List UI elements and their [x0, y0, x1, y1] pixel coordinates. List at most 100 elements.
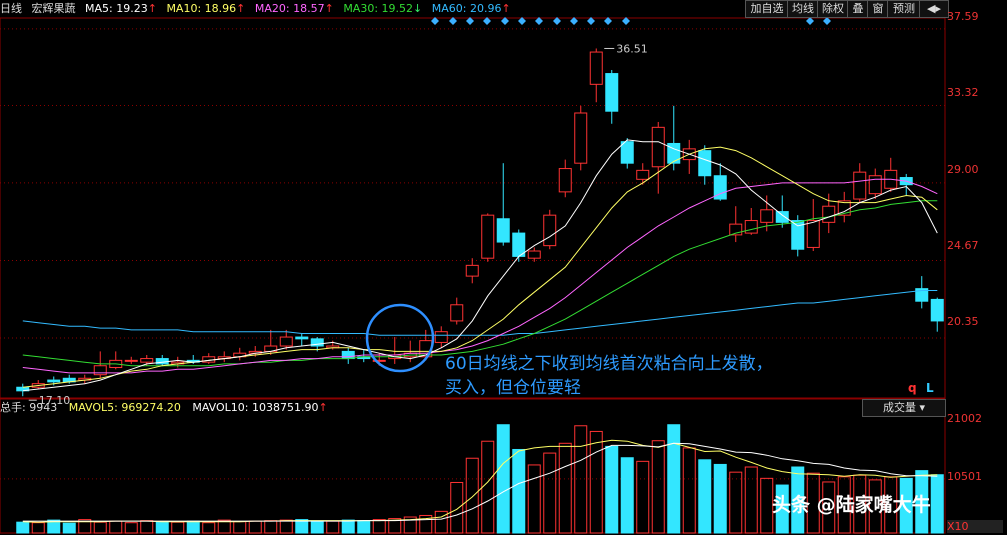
- period-label: 日线: [0, 2, 22, 15]
- volume-tick-2: 10501: [947, 470, 982, 483]
- volume-bar: [326, 520, 340, 534]
- volume-bar: [760, 477, 774, 534]
- volume-bar: [465, 457, 479, 534]
- candle-body: [822, 205, 836, 223]
- add-watchlist-button[interactable]: 加自选: [745, 0, 789, 18]
- candle-body: [481, 214, 495, 259]
- price-tick-3: 29.00: [947, 163, 979, 176]
- candle-body: [744, 220, 758, 234]
- adjust-button[interactable]: 除权: [817, 0, 849, 18]
- high-price-label: 36.51: [616, 42, 648, 55]
- candle-body: [868, 175, 882, 195]
- volume-bar: [496, 424, 510, 534]
- volume-bar: [667, 424, 681, 534]
- ma20-label: MA20: 18.57↑: [254, 2, 334, 15]
- mavol5-label: MAVOL5: 969274.20: [68, 401, 181, 414]
- volume-bar: [930, 474, 944, 534]
- candle-body: [295, 336, 309, 340]
- candle-body: [620, 141, 634, 164]
- watermark: 头条 @陆家嘴大牛: [772, 494, 931, 516]
- volume-bar: [651, 440, 665, 534]
- annotation-line-2: 买入，但仓位要轻: [445, 378, 581, 398]
- candle-body: [605, 73, 619, 112]
- volume-bar: [589, 430, 603, 534]
- volume-bar: [341, 519, 355, 534]
- candle-body: [589, 51, 603, 85]
- volume-bar: [682, 447, 696, 534]
- price-tick-4: 24.67: [947, 239, 979, 252]
- price-tick-2: 33.32: [947, 86, 979, 99]
- price-tick-5: 20.35: [947, 315, 979, 328]
- candle-body: [434, 331, 448, 343]
- volume-bar: [605, 445, 619, 534]
- candle-body: [698, 150, 712, 177]
- volume-bar: [93, 521, 107, 534]
- candle-body: [527, 250, 541, 259]
- volume-bar: [713, 463, 727, 534]
- volume-bar: [16, 521, 30, 534]
- menu-arrow-icon[interactable]: ◀▸: [919, 0, 949, 18]
- l-mark: L: [926, 381, 934, 395]
- candle-body: [853, 171, 867, 200]
- kline-chart[interactable]: 36.5117.10: [0, 0, 1007, 535]
- volume-bar: [31, 522, 45, 534]
- candle-body: [465, 264, 479, 277]
- volume-bar: [109, 520, 123, 534]
- candle-body: [543, 214, 557, 247]
- overlay-button[interactable]: 叠: [847, 0, 869, 18]
- indicator-select[interactable]: 成交量 ▾: [862, 399, 946, 417]
- ma20-line: [22, 178, 938, 374]
- volume-bar: [310, 521, 324, 534]
- volume-bar: [543, 452, 557, 534]
- candle-body: [124, 359, 138, 362]
- price-tick-1: 37.59: [947, 10, 979, 23]
- candle-body: [574, 112, 588, 164]
- volume-tick-3: X10: [947, 520, 1003, 533]
- candle-body: [140, 358, 154, 363]
- total-volume-label: 总手: 9943: [0, 401, 58, 414]
- volume-bar: [155, 521, 169, 534]
- volume-bar: [264, 520, 278, 534]
- mavol10-label: MAVOL10: 1038751.90↑: [192, 401, 328, 414]
- strategy-annotation: 60日均线之下收到均线首次粘合向上发散， 买入，但仓位要轻: [445, 352, 773, 400]
- candle-body: [496, 218, 510, 243]
- volume-bar: [512, 448, 526, 534]
- volume-bar: [357, 520, 371, 534]
- q-mark: q: [908, 381, 917, 395]
- candle-body: [279, 336, 293, 347]
- candle-body: [558, 168, 572, 193]
- volume-bar: [574, 425, 588, 534]
- candle-body: [636, 169, 650, 180]
- volume-bar: [202, 522, 216, 534]
- volume-bar: [450, 481, 464, 534]
- ma-button[interactable]: 均线: [787, 0, 819, 18]
- forecast-button[interactable]: 预测: [887, 0, 921, 18]
- volume-bar: [698, 459, 712, 534]
- volume-bar: [248, 520, 262, 534]
- volume-bar: [558, 442, 572, 534]
- indicator-header: 日线 宏辉果蔬 MA5: 19.23↑ MA10: 18.96↑ MA20: 1…: [0, 0, 745, 18]
- stock-name: 宏辉果蔬: [31, 2, 76, 15]
- volume-bar: [233, 521, 247, 534]
- volume-tick-1: 21002: [947, 412, 982, 425]
- window-button[interactable]: 窗: [867, 0, 889, 18]
- ma60-label: MA60: 20.96↑: [431, 2, 511, 15]
- volume-header: 总手: 9943 MAVOL5: 969274.20 MAVOL10: 1038…: [0, 399, 336, 417]
- volume-bar: [171, 521, 185, 534]
- volume-bar: [527, 464, 541, 534]
- volume-bar: [62, 522, 76, 534]
- volume-bar: [481, 440, 495, 534]
- volume-bar: [729, 471, 743, 534]
- candle-body: [651, 126, 665, 168]
- candle-body: [760, 209, 774, 223]
- volume-bar: [186, 520, 200, 534]
- ma30-label: MA30: 19.52↓: [343, 2, 423, 15]
- volume-bar: [140, 520, 154, 534]
- ma10-label: MA10: 18.96↑: [166, 2, 246, 15]
- volume-bar: [620, 457, 634, 534]
- volume-bar: [744, 466, 758, 534]
- volume-bar: [279, 519, 293, 534]
- candle-body: [47, 379, 61, 383]
- candle-body: [806, 220, 820, 248]
- volume-bar: [124, 522, 138, 534]
